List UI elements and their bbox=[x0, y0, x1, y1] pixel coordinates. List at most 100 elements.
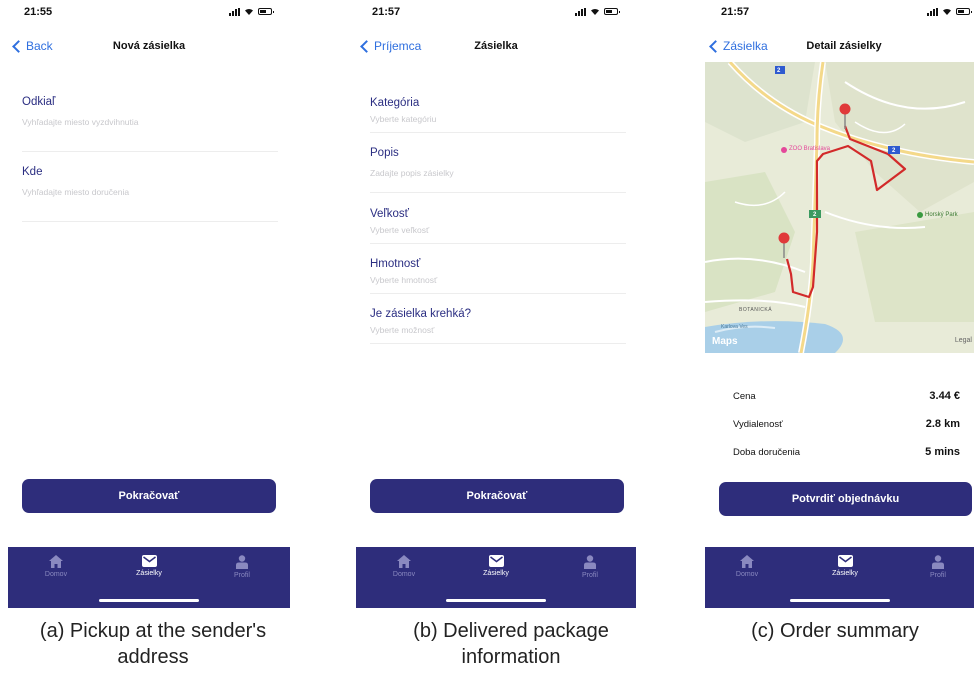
delivery-time-value: 5 mins bbox=[925, 446, 960, 458]
continue-button[interactable]: Pokračovať bbox=[370, 479, 624, 513]
navigation-bar: Zásielka Detail zásielky bbox=[705, 34, 974, 60]
mail-icon bbox=[488, 555, 504, 567]
tab-home-label: Domov bbox=[392, 571, 416, 578]
screen-package-info: 21:57 Príjemca Zásielka Kategória Vybert… bbox=[356, 0, 636, 608]
page-title: Nová zásielka bbox=[112, 40, 186, 52]
route-map[interactable]: 2 2 2 ZOO Bratislava Horský Park BOTANIC… bbox=[705, 62, 974, 353]
pickup-label: Odkiaľ bbox=[22, 96, 56, 108]
tab-shipments-label: Zásielky bbox=[483, 570, 509, 577]
tab-profile[interactable]: Profil bbox=[212, 555, 272, 579]
tab-home[interactable]: Domov bbox=[26, 555, 86, 578]
legal-link[interactable]: Legal bbox=[955, 337, 972, 344]
description-input[interactable]: Zadajte popis zásielky bbox=[370, 168, 626, 178]
tab-home-label: Domov bbox=[44, 571, 68, 578]
price-label: Cena bbox=[733, 390, 756, 402]
category-label: Kategória bbox=[370, 97, 420, 109]
size-field[interactable]: Veľkosť Vyberte veľkosť bbox=[370, 208, 626, 244]
signal-icon bbox=[575, 7, 586, 16]
road-shield-label: 2 bbox=[892, 148, 896, 154]
summary-distance-row: Vydialenosť 2.8 km bbox=[733, 418, 960, 430]
category-field[interactable]: Kategória Vyberte kategóriu bbox=[370, 97, 626, 133]
pickup-field[interactable]: Odkiaľ Vyhľadajte miesto vyzdvihnutia bbox=[22, 96, 278, 152]
continue-button[interactable]: Pokračovať bbox=[22, 479, 276, 513]
summary-time-row: Doba doručenia 5 mins bbox=[733, 446, 960, 458]
home-icon bbox=[397, 555, 411, 568]
screen-shipment-detail: 21:57 Zásielka Detail zásielky 2 2 2 ZOO… bbox=[705, 0, 974, 608]
tab-profile-label: Profil bbox=[930, 572, 946, 579]
tab-home-label: Domov bbox=[735, 571, 759, 578]
battery-icon bbox=[604, 8, 620, 15]
home-icon bbox=[740, 555, 754, 568]
tab-bar: Domov Zásielky Profil bbox=[8, 547, 290, 608]
status-bar: 21:57 bbox=[356, 0, 636, 22]
status-bar: 21:55 bbox=[8, 0, 290, 22]
maps-logo: Maps bbox=[712, 336, 738, 347]
delivery-input[interactable]: Vyhľadajte miesto doručenia bbox=[22, 187, 278, 197]
delivery-field[interactable]: Kde Vyhľadajte miesto doručenia bbox=[22, 166, 278, 222]
confirm-order-button[interactable]: Potvrdiť objednávku bbox=[719, 482, 972, 516]
delivery-label: Kde bbox=[22, 166, 43, 178]
map-label-district: Karlova Ves bbox=[721, 324, 748, 330]
tab-profile[interactable]: Profil bbox=[908, 555, 968, 579]
price-value: 3.44 € bbox=[929, 390, 960, 402]
navigation-bar: Back Nová zásielka bbox=[8, 34, 290, 60]
destination-pin-icon bbox=[778, 232, 790, 258]
status-time: 21:57 bbox=[721, 6, 750, 18]
fragile-select[interactable]: Vyberte možnosť bbox=[370, 325, 626, 335]
person-icon bbox=[584, 555, 596, 569]
tab-bar: Domov Zásielky Profil bbox=[356, 547, 636, 608]
status-time: 21:57 bbox=[372, 6, 401, 18]
tab-shipments[interactable]: Zásielky bbox=[119, 555, 179, 577]
map-label-park: Horský Park bbox=[925, 212, 958, 218]
page-title: Zásielka bbox=[474, 40, 518, 52]
signal-icon bbox=[229, 7, 240, 16]
fragile-label: Je zásielka krehká? bbox=[370, 308, 471, 320]
origin-pin-icon bbox=[839, 103, 851, 129]
tab-shipments[interactable]: Zásielky bbox=[815, 555, 875, 577]
fragile-field[interactable]: Je zásielka krehká? Vyberte možnosť bbox=[370, 308, 626, 344]
category-select[interactable]: Vyberte kategóriu bbox=[370, 114, 626, 124]
tab-home[interactable]: Domov bbox=[717, 555, 777, 578]
tab-bar: Domov Zásielky Profil bbox=[705, 547, 974, 608]
system-icons bbox=[229, 7, 274, 16]
wifi-icon bbox=[244, 7, 254, 16]
caption-a: (a) Pickup at the sender's address bbox=[39, 620, 267, 668]
description-field[interactable]: Popis Zadajte popis zásielky bbox=[370, 147, 626, 193]
delivery-time-label: Doba doručenia bbox=[733, 446, 801, 458]
caption-b: (b) Delivered package information bbox=[413, 620, 609, 668]
battery-icon bbox=[956, 8, 972, 15]
tab-shipments[interactable]: Zásielky bbox=[466, 555, 526, 577]
road-shield-label: 2 bbox=[813, 212, 817, 218]
distance-value: 2.8 km bbox=[925, 418, 960, 430]
caption-c: (c) Order summary bbox=[751, 620, 919, 642]
mail-icon bbox=[837, 555, 853, 567]
home-indicator bbox=[99, 599, 199, 602]
status-time: 21:55 bbox=[24, 6, 53, 18]
home-indicator bbox=[446, 599, 546, 602]
size-label: Veľkosť bbox=[370, 208, 409, 220]
map-label-zoo: ZOO Bratislava bbox=[789, 146, 831, 152]
distance-label: Vydialenosť bbox=[733, 418, 783, 430]
tab-shipments-label: Zásielky bbox=[832, 570, 858, 577]
pickup-input[interactable]: Vyhľadajte miesto vyzdvihnutia bbox=[22, 117, 278, 127]
weight-label: Hmotnosť bbox=[370, 258, 421, 270]
page-title: Detail zásielky bbox=[806, 40, 882, 52]
size-select[interactable]: Vyberte veľkosť bbox=[370, 225, 626, 235]
system-icons bbox=[927, 7, 972, 16]
battery-icon bbox=[258, 8, 274, 15]
wifi-icon bbox=[942, 7, 952, 16]
home-indicator bbox=[789, 599, 890, 602]
tab-shipments-label: Zásielky bbox=[136, 570, 162, 577]
map-label-street: BOTANICKÁ bbox=[739, 307, 773, 313]
weight-select[interactable]: Vyberte hmotnosť bbox=[370, 275, 626, 285]
description-label: Popis bbox=[370, 147, 399, 159]
screen-new-shipment: 21:55 Back Nová zásielka Odkiaľ Vyhľadaj… bbox=[8, 0, 290, 608]
tab-home[interactable]: Domov bbox=[374, 555, 434, 578]
navigation-bar: Príjemca Zásielka bbox=[356, 34, 636, 60]
status-bar: 21:57 bbox=[705, 0, 974, 22]
system-icons bbox=[575, 7, 620, 16]
home-icon bbox=[49, 555, 63, 568]
weight-field[interactable]: Hmotnosť Vyberte hmotnosť bbox=[370, 258, 626, 294]
person-icon bbox=[932, 555, 944, 569]
tab-profile[interactable]: Profil bbox=[560, 555, 620, 579]
